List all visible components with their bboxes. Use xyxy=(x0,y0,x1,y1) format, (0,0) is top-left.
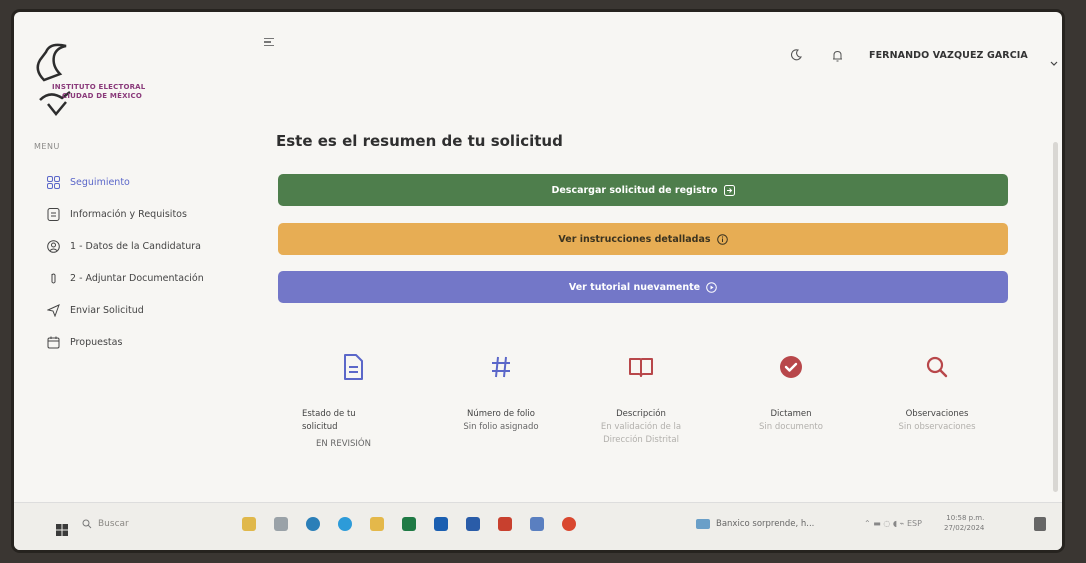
sidebar-item-informacion[interactable]: Información y Requisitos xyxy=(46,204,187,224)
notification-center-icon[interactable] xyxy=(1034,517,1046,531)
clock-date: 27/02/2024 xyxy=(944,524,985,532)
view-tutorial-button[interactable]: Ver tutorial nuevamente xyxy=(278,271,1008,303)
status-card-dictamen: Dictamen Sin documento xyxy=(726,352,856,434)
sidebar-item-label: 2 - Adjuntar Documentación xyxy=(70,272,204,284)
search-icon xyxy=(82,519,92,529)
status-card-descripcion: Descripción En validación de la Direcció… xyxy=(576,352,706,447)
check-circle-icon xyxy=(726,352,856,382)
sidebar: INSTITUTO ELECTORAL CIUDAD DE MÉXICO MEN… xyxy=(14,12,264,502)
tray-icons: ⌃ ▬ ◌ ◖ ⌁ xyxy=(864,519,907,528)
page-title: Este es el resumen de tu solicitud xyxy=(276,132,563,150)
download-icon xyxy=(723,184,735,196)
system-tray[interactable]: ⌃ ▬ ◌ ◖ ⌁ ESP xyxy=(864,519,922,528)
download-request-button[interactable]: Descargar solicitud de registro xyxy=(278,174,1008,206)
status-card-estado: Estado de tu solicitud EN REVISIÓN xyxy=(302,352,432,451)
folio-label: Número de folio xyxy=(467,409,535,419)
paperclip-icon xyxy=(46,271,60,285)
calendar-icon xyxy=(46,335,60,349)
news-thumbnail-icon xyxy=(696,519,710,529)
instructions-button-label: Ver instrucciones detalladas xyxy=(558,233,711,245)
edge-icon[interactable] xyxy=(338,517,352,531)
user-circle-icon xyxy=(46,239,60,253)
word-icon[interactable] xyxy=(466,517,480,531)
sidebar-item-label: 1 - Datos de la Candidatura xyxy=(70,240,202,252)
taskbar-search-input[interactable]: Buscar xyxy=(82,519,129,529)
play-icon xyxy=(706,281,717,293)
outlook-icon[interactable] xyxy=(434,517,448,531)
open-book-icon xyxy=(576,352,706,382)
hash-icon xyxy=(436,352,566,382)
logo-line-1: INSTITUTO ELECTORAL xyxy=(52,83,146,91)
sidebar-item-seguimiento[interactable]: Seguimiento xyxy=(46,172,130,192)
status-card-folio: Número de folio Sin folio asignado xyxy=(436,352,566,434)
dark-mode-toggle-icon[interactable] xyxy=(790,46,802,65)
user-menu-name[interactable]: FERNANDO VAZQUEZ GARCIA xyxy=(869,50,1028,61)
taskbar-news-widget[interactable]: Banxico sorprende, h... xyxy=(696,519,814,529)
view-instructions-button[interactable]: Ver instrucciones detalladas xyxy=(278,223,1008,255)
descripcion-value-line-2: Dirección Distrital xyxy=(603,435,679,445)
file-explorer-icon[interactable] xyxy=(370,517,384,531)
sidebar-item-enviar[interactable]: Enviar Solicitud xyxy=(46,300,144,320)
clock-time: 10:58 p.m. xyxy=(946,514,985,522)
status-card-observaciones: Observaciones Sin observaciones xyxy=(872,352,1002,434)
dictamen-label: Dictamen xyxy=(770,409,812,419)
task-view-icon[interactable] xyxy=(274,517,288,531)
menu-caption: MENU xyxy=(34,142,60,151)
notifications-bell-icon[interactable] xyxy=(832,47,843,66)
language-indicator: ESP xyxy=(907,519,922,528)
status-badge: EN REVISIÓN xyxy=(316,439,371,449)
taskbar-search-placeholder: Buscar xyxy=(98,519,129,529)
document-icon xyxy=(46,207,60,221)
page-scrollbar[interactable] xyxy=(1053,142,1058,492)
sidebar-item-label: Propuestas xyxy=(70,336,123,348)
descripcion-value-line-1: En validación de la xyxy=(600,422,682,432)
chevron-down-icon[interactable] xyxy=(1050,52,1058,71)
sidebar-item-label: Información y Requisitos xyxy=(70,208,187,220)
tutorial-button-label: Ver tutorial nuevamente xyxy=(568,281,701,293)
taskbar-apps xyxy=(242,517,576,531)
iecm-logo[interactable]: INSTITUTO ELECTORAL CIUDAD DE MÉXICO xyxy=(26,40,166,126)
logo-text: INSTITUTO ELECTORAL CIUDAD DE MÉXICO xyxy=(52,83,145,101)
app-window: INSTITUTO ELECTORAL CIUDAD DE MÉXICO MEN… xyxy=(14,12,1062,550)
status-label-line-2: solicitud xyxy=(302,422,338,432)
menu-toggle-icon[interactable] xyxy=(264,38,274,46)
info-icon xyxy=(716,233,728,245)
observaciones-label: Observaciones xyxy=(905,409,969,419)
descripcion-label: Descripción xyxy=(616,409,666,419)
sidebar-item-datos-candidatura[interactable]: 1 - Datos de la Candidatura xyxy=(46,236,201,256)
folio-value: Sin folio asignado xyxy=(463,422,539,432)
powerpoint-icon[interactable] xyxy=(498,517,512,531)
chrome-icon[interactable] xyxy=(562,517,576,531)
status-card-label: Estado de tu solicitud xyxy=(302,408,432,434)
teams-icon[interactable] xyxy=(530,517,544,531)
logo-line-2: CIUDAD DE MÉXICO xyxy=(62,92,142,100)
taskbar-clock[interactable]: 10:58 p.m. 27/02/2024 xyxy=(944,513,984,533)
file-text-icon xyxy=(302,352,432,382)
browser-app-icon[interactable] xyxy=(306,517,320,531)
search-icon xyxy=(872,352,1002,382)
widgets-icon[interactable] xyxy=(242,517,256,531)
dictamen-value: Sin documento xyxy=(759,422,823,432)
taskbar-news-text: Banxico sorprende, h... xyxy=(716,519,815,529)
sidebar-item-label: Enviar Solicitud xyxy=(70,304,144,316)
send-icon xyxy=(46,303,60,317)
observaciones-value: Sin observaciones xyxy=(898,422,976,432)
grid-icon xyxy=(46,175,60,189)
download-button-label: Descargar solicitud de registro xyxy=(551,184,718,196)
excel-icon[interactable] xyxy=(402,517,416,531)
windows-start-icon[interactable] xyxy=(56,521,68,540)
status-label-line-1: Estado de tu xyxy=(302,409,356,419)
sidebar-item-label: Seguimiento xyxy=(70,176,130,188)
sidebar-item-propuestas[interactable]: Propuestas xyxy=(46,332,122,352)
sidebar-item-adjuntar[interactable]: 2 - Adjuntar Documentación xyxy=(46,268,204,288)
os-taskbar: Buscar Banxico sorprende, h... ⌃ ▬ ◌ ◖ ⌁… xyxy=(14,502,1062,550)
